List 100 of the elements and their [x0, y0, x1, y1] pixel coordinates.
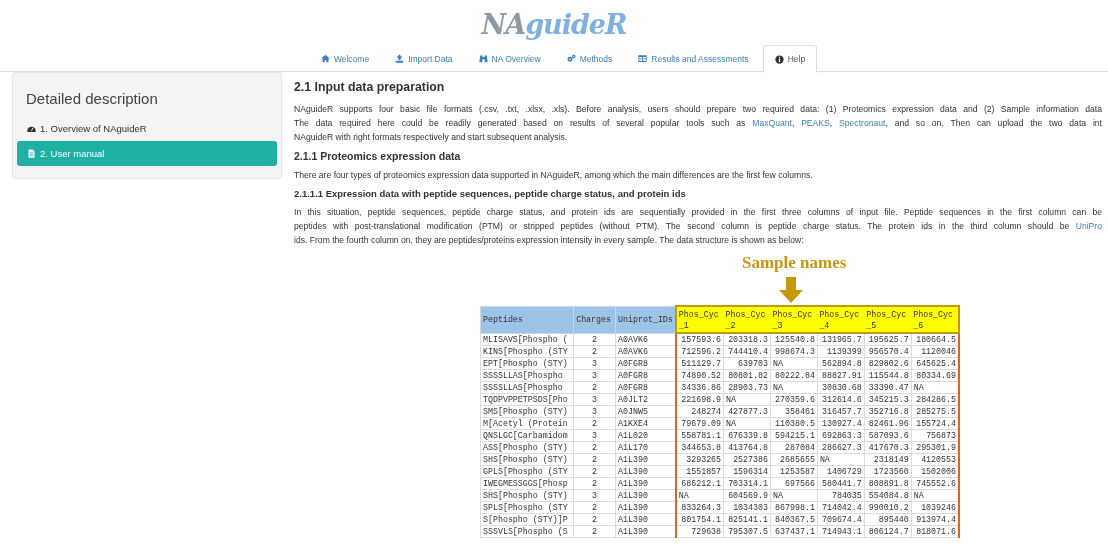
- table-cell: 562894.8: [817, 357, 865, 370]
- table-cell: 427877.3: [723, 405, 771, 418]
- gauge-icon: [27, 124, 36, 133]
- table-cell: NA: [770, 489, 818, 502]
- table-cell: 604569.9: [723, 489, 771, 502]
- nav-tab[interactable]: NA Overview: [466, 45, 553, 72]
- nav-tab[interactable]: Results and Assessments: [626, 45, 761, 72]
- table-cell: 801754.1: [675, 513, 724, 526]
- table-cell: 30830.68: [817, 381, 865, 394]
- table-cell: 345215.3: [864, 393, 912, 406]
- table-cell: NA: [770, 357, 818, 370]
- sidebar-item[interactable]: 2. User manual: [17, 141, 277, 166]
- column-header: Phos_Cyc_1: [675, 306, 724, 333]
- table-cell: 867998.1: [770, 501, 818, 514]
- table-cell: 2: [573, 501, 616, 514]
- link[interactable]: PEAKS: [801, 118, 830, 128]
- paragraph-line: peptides with post-translational modification (PTM) or stripped peptides (without PTM). The second column is peptide charge status. The protein ids in the third column should be UniPro: [294, 220, 1102, 233]
- table-cell: 587093.6: [864, 429, 912, 442]
- table-cell: 312614.6: [817, 393, 865, 406]
- table-cell: 1596314: [723, 465, 771, 478]
- link[interactable]: MaxQuant: [752, 118, 792, 128]
- table-cell: A0AVK6: [615, 333, 676, 346]
- table-cell: 88827.91: [817, 369, 865, 382]
- table-cell: 676339.8: [723, 429, 771, 442]
- table-cell: 745552.6: [911, 477, 959, 490]
- table-cell: SSSVLS[Phospho (S: [480, 525, 574, 538]
- table-cell: A0FGR8: [615, 381, 676, 394]
- table-cell: SMS[Phospho (STY): [480, 405, 574, 418]
- table-cell: 3: [573, 357, 616, 370]
- nav-tab[interactable]: Import Data: [383, 45, 465, 72]
- table-cell: 714943.1: [817, 525, 865, 538]
- table-cell: 637437.1: [770, 525, 818, 538]
- table-cell: 1406729: [817, 465, 865, 478]
- table-cell: 33390.47: [864, 381, 912, 394]
- table-cell: 818071.6: [911, 525, 959, 538]
- sidebar-item[interactable]: 1. Overview of NAguideR: [17, 116, 277, 141]
- table-cell: GPLS[Phospho (STY: [480, 465, 574, 478]
- column-header: Phos_Cyc_4: [817, 306, 865, 333]
- nav-tab[interactable]: Methods: [554, 45, 625, 72]
- table-cell: 2527386: [723, 453, 771, 466]
- table-cell: 316457.7: [817, 405, 865, 418]
- table-cell: 287084: [770, 441, 818, 454]
- annotation-label: Sample names: [742, 253, 847, 273]
- link[interactable]: UniPro: [1075, 221, 1102, 231]
- table-cell: NA: [723, 417, 771, 430]
- table-cell: 686212.1: [675, 477, 724, 490]
- table-cell: 82461.96: [864, 417, 912, 430]
- table-cell: 709674.4: [817, 513, 865, 526]
- table-cell: A1L170: [615, 441, 676, 454]
- sidebar-title: Detailed description: [25, 90, 159, 107]
- table-cell: ASS[Phospho (STY): [480, 441, 574, 454]
- table-cell: 2: [573, 453, 616, 466]
- table-cell: 756873: [911, 429, 959, 442]
- table-cell: 956570.4: [864, 345, 912, 358]
- table-cell: 417670.3: [864, 441, 912, 454]
- table-cell: 2: [573, 465, 616, 478]
- table-cell: 2: [573, 381, 616, 394]
- table-cell: SSSSLLAS[Phospho: [480, 381, 574, 394]
- table-cell: 1502006: [911, 465, 959, 478]
- binoculars-icon: [478, 54, 488, 63]
- table-cell: SHS[Phospho (STY): [480, 489, 574, 502]
- table-cell: 80222.84: [770, 369, 818, 382]
- table-cell: NA: [911, 489, 959, 502]
- table-cell: A1KXE4: [615, 417, 676, 430]
- table-cell: 248274: [675, 405, 724, 418]
- table-cell: 703314.1: [723, 477, 771, 490]
- table-cell: 125540.8: [770, 333, 818, 346]
- nav-tab[interactable]: Help: [762, 45, 818, 73]
- table-cell: 3293265: [675, 453, 724, 466]
- table-cell: 131965.7: [817, 333, 865, 346]
- gears-icon: [566, 54, 576, 63]
- table-cell: A0JLT2: [615, 393, 676, 406]
- table-cell: 80801.82: [723, 369, 771, 382]
- table-cell: 2: [573, 345, 616, 358]
- table-cell: 74890.52: [675, 369, 724, 382]
- table-cell: 1253587: [770, 465, 818, 478]
- table-cell: 285275.5: [911, 405, 959, 418]
- table-cell: 2: [573, 333, 616, 346]
- paragraph-line: In this situation, peptide sequences, peptide charge status, and protein ids are sequentially provided in the first three columns of input file. Peptide sequences in the first column can be: [294, 206, 1102, 219]
- subsection-heading: 2.1.1.1 Expression data with peptide sequences, peptide charge status, and protein ids: [294, 188, 687, 199]
- upload-icon: [395, 54, 405, 63]
- table-cell: 115544.8: [864, 369, 912, 382]
- table-cell: IWEGMESSGGS[Phosp: [480, 477, 574, 490]
- table-cell: 286627.3: [817, 441, 865, 454]
- table-cell: MLISAVS[Phospho (: [480, 333, 574, 346]
- column-header: Uniprot_IDs: [615, 306, 676, 333]
- nav-tab[interactable]: Welcome: [308, 45, 382, 72]
- table-cell: 1039246: [911, 501, 959, 514]
- table-cell: 913974.4: [911, 513, 959, 526]
- table-cell: 157593.6: [675, 333, 724, 346]
- table-cell: 3: [573, 405, 616, 418]
- column-header: Peptides: [480, 306, 574, 333]
- table-cell: NA: [723, 393, 771, 406]
- table-cell: A1L390: [615, 513, 676, 526]
- table-cell: 3: [573, 393, 616, 406]
- table-cell: 840367.5: [770, 513, 818, 526]
- table-cell: A1L390: [615, 489, 676, 502]
- table-cell: A0FGR8: [615, 357, 676, 370]
- table-cell: 714042.4: [817, 501, 865, 514]
- table-cell: 554084.8: [864, 489, 912, 502]
